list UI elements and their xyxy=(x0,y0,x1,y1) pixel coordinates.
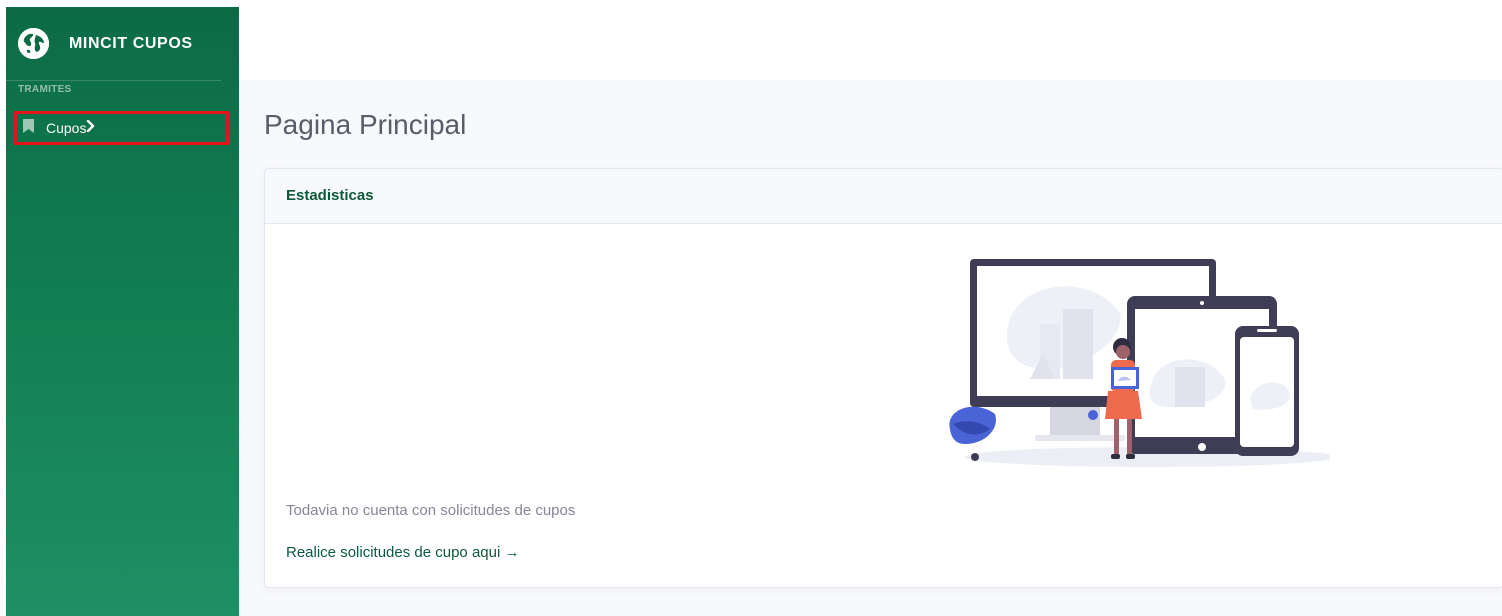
card-title: Estadisticas xyxy=(286,187,374,204)
sidebar-section-label: TRAMITES xyxy=(18,84,72,95)
sidebar: MINCIT CUPOS TRAMITES Cupos xyxy=(6,7,239,616)
card-header: Estadisticas xyxy=(265,169,1502,224)
brand[interactable]: MINCIT CUPOS xyxy=(6,7,221,81)
stats-card: Estadisticas Todavia no cuenta con solic… xyxy=(264,168,1502,588)
main-content: Pagina Principal Estadisticas Todavia no… xyxy=(239,80,1502,616)
devices-illustration xyxy=(949,259,1330,467)
chevron-right-icon xyxy=(86,119,102,137)
bookmark-icon xyxy=(23,118,34,138)
page-title: Pagina Principal xyxy=(264,109,467,140)
sidebar-item-label: Cupos xyxy=(46,120,87,136)
request-quota-link[interactable]: Realice solicitudes de cupo aqui → xyxy=(286,544,519,561)
sidebar-item-cupos[interactable]: Cupos xyxy=(14,111,229,145)
empty-state-message: Todavia no cuenta con solicitudes de cup… xyxy=(286,502,576,519)
globe-icon xyxy=(18,28,49,59)
topbar xyxy=(239,0,1502,80)
brand-title: MINCIT CUPOS xyxy=(69,34,193,52)
